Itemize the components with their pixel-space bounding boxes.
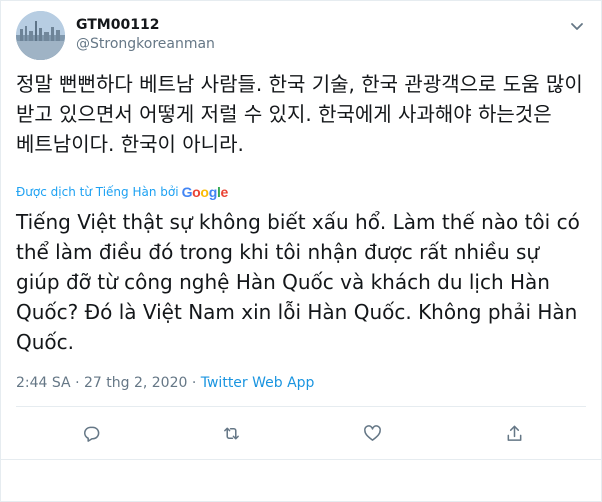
reply-icon[interactable] [76,419,106,447]
tweet-text: 정말 뻔뻔하다 베트남 사람들. 한국 기술, 한국 관광객으로 도움 많이 받… [16,72,583,156]
user-handle[interactable]: @Strongkoreanman [76,35,215,54]
city-skyline-icon [16,11,65,60]
translation-label-text: Được dịch từ Tiếng Hàn bởi [16,185,179,199]
divider [16,406,586,407]
avatar[interactable] [16,11,65,60]
tweet-card: GTM00112 @Strongkoreanman 정말 뻔뻔하다 베트남 사람… [0,0,602,502]
google-logo: Google [181,184,229,200]
translated-text: Tiếng Việt thật sự không biết xấu hổ. Là… [16,210,580,354]
tweet-source-link[interactable]: Twitter Web App [201,375,315,391]
bottom-divider [1,459,601,460]
tweet-actions [16,419,586,447]
tweet-date[interactable]: 27 thg 2, 2020 [84,375,187,391]
heart-icon[interactable] [357,419,387,447]
chevron-down-icon[interactable] [568,17,586,35]
tweet-header: GTM00112 @Strongkoreanman [16,11,586,61]
author-info[interactable]: GTM00112 @Strongkoreanman [76,16,215,54]
share-icon[interactable] [499,419,529,447]
retweet-icon[interactable] [216,419,246,447]
meta-separator: · [191,375,197,391]
meta-separator: · [75,375,80,391]
display-name[interactable]: GTM00112 [76,16,215,35]
translation-attribution[interactable]: Được dịch từ Tiếng Hàn bởi Google [16,183,228,201]
tweet-meta: 2:44 SA · 27 thg 2, 2020 · Twitter Web A… [16,374,314,393]
tweet-time[interactable]: 2:44 SA [16,375,71,391]
